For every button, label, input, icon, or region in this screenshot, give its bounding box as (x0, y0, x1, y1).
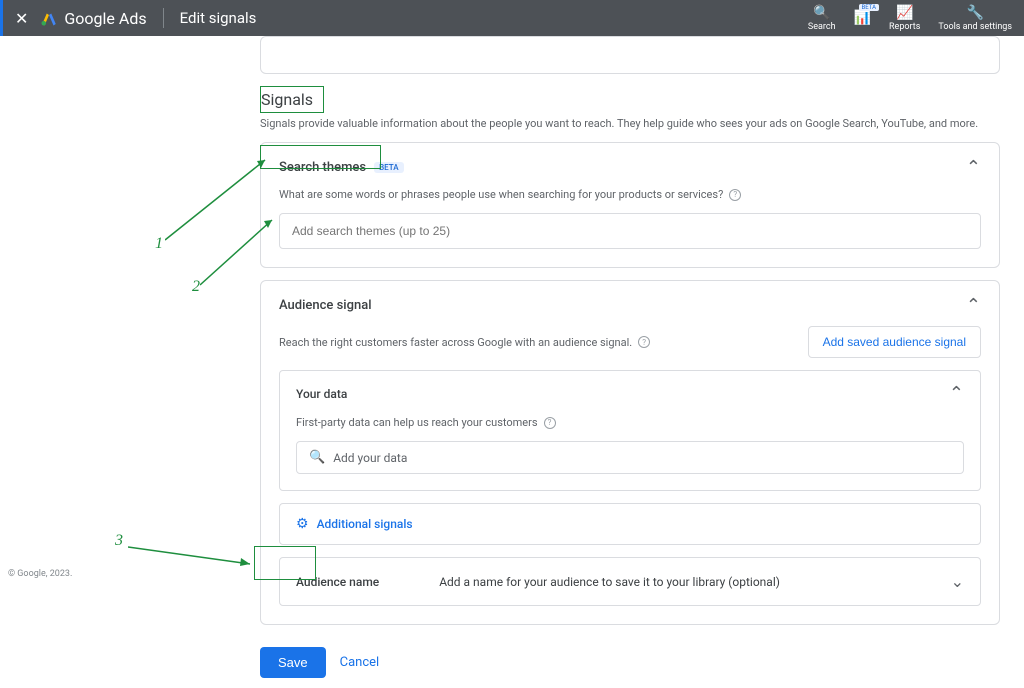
help-icon[interactable]: ? (544, 417, 556, 429)
audience-name-hint: Add a name for your audience to save it … (439, 575, 890, 589)
chevron-down-icon: ⌄ (951, 572, 964, 591)
search-themes-helper-text: What are some words or phrases people us… (279, 188, 723, 201)
chart-icon: 📊 (854, 10, 871, 26)
nav-search-label: Search (808, 22, 836, 32)
logo[interactable]: Google Ads (40, 9, 146, 28)
search-themes-input[interactable] (279, 213, 981, 249)
your-data-section: Your data ⌃ First-party data can help us… (279, 370, 981, 491)
add-data-placeholder: Add your data (333, 451, 407, 465)
audience-card: Audience signal ⌃ Reach the right custom… (260, 280, 1000, 625)
audience-body: Reach the right customers faster across … (261, 326, 999, 624)
audience-header: Audience signal ⌃ (261, 281, 999, 326)
audience-helper-row: Reach the right customers faster across … (279, 326, 981, 358)
signals-header: Signals Signals provide valuable informa… (260, 86, 1000, 130)
annotation-1: 1 (155, 235, 163, 253)
help-icon[interactable]: ? (638, 336, 650, 348)
annotation-box-save (254, 546, 316, 580)
audience-name-row[interactable]: Audience name Add a name for your audien… (279, 557, 981, 606)
search-themes-helper: What are some words or phrases people us… (279, 188, 981, 201)
signals-subtitle: Signals provide valuable information abo… (260, 117, 1000, 130)
your-data-helper-text: First-party data can help us reach your … (296, 416, 538, 429)
page-title: Edit signals (180, 9, 257, 27)
save-button[interactable]: Save (260, 647, 326, 678)
search-icon: 🔍 (309, 450, 325, 465)
divider (163, 8, 164, 28)
add-data-input[interactable]: 🔍 Add your data (296, 441, 964, 474)
signals-title-highlight: Signals (260, 86, 324, 113)
your-data-body: First-party data can help us reach your … (280, 416, 980, 490)
search-icon: 🔍 (813, 5, 830, 21)
reports-icon: 📈 (896, 5, 913, 21)
additional-signals-text: Additional signals (317, 517, 413, 531)
chevron-up-icon[interactable]: ⌃ (949, 383, 964, 404)
arrow-2 (200, 215, 280, 290)
help-icon[interactable]: ? (729, 189, 741, 201)
google-ads-icon (40, 9, 58, 27)
content-inner: Signals Signals provide valuable informa… (260, 36, 1000, 688)
audience-helper: Reach the right customers faster across … (279, 336, 650, 349)
content: Signals Signals provide valuable informa… (0, 36, 1024, 688)
cancel-button[interactable]: Cancel (340, 655, 380, 670)
signals-title: Signals (261, 90, 313, 109)
beta-badge: BETA (859, 4, 879, 11)
audience-title: Audience signal (279, 298, 372, 313)
annotation-2: 2 (192, 278, 200, 296)
chevron-up-icon[interactable]: ⌃ (966, 157, 981, 178)
nav-tools-label: Tools and settings (938, 22, 1012, 32)
your-data-title: Your data (296, 387, 347, 401)
close-icon[interactable]: ✕ (15, 9, 28, 28)
topbar-left: ✕ Google Ads Edit signals (15, 8, 256, 28)
nav-search[interactable]: 🔍 Search (808, 5, 836, 32)
arrow-3 (128, 542, 258, 572)
your-data-helper: First-party data can help us reach your … (296, 416, 964, 429)
add-saved-audience-button[interactable]: Add saved audience signal (808, 326, 981, 358)
nav-reports[interactable]: 📈 Reports (889, 5, 920, 32)
annotation-3: 3 (115, 532, 123, 550)
top-bar: ✕ Google Ads Edit signals 🔍 Search BETA … (0, 0, 1024, 36)
chevron-up-icon[interactable]: ⌃ (966, 295, 981, 316)
nav-reports-label: Reports (889, 22, 920, 32)
footer-actions: Save Cancel (260, 637, 1000, 688)
annotation-box-themes (260, 145, 381, 169)
nav-highlighted[interactable]: BETA 📊 (854, 10, 871, 27)
search-themes-body: What are some words or phrases people us… (261, 188, 999, 267)
copyright: © Google, 2023. (8, 569, 72, 579)
additional-signals-row[interactable]: ⚙ Additional signals (279, 503, 981, 545)
gear-icon: ⚙ (296, 516, 309, 532)
wrench-icon: 🔧 (966, 5, 983, 21)
your-data-header: Your data ⌃ (280, 371, 980, 416)
audience-helper-text: Reach the right customers faster across … (279, 336, 632, 349)
nav-tools[interactable]: 🔧 Tools and settings (938, 5, 1012, 32)
product-name: Google Ads (64, 9, 146, 28)
topbar-right: 🔍 Search BETA 📊 📈 Reports 🔧 Tools and se… (808, 5, 1012, 32)
top-card-stub (260, 36, 1000, 74)
